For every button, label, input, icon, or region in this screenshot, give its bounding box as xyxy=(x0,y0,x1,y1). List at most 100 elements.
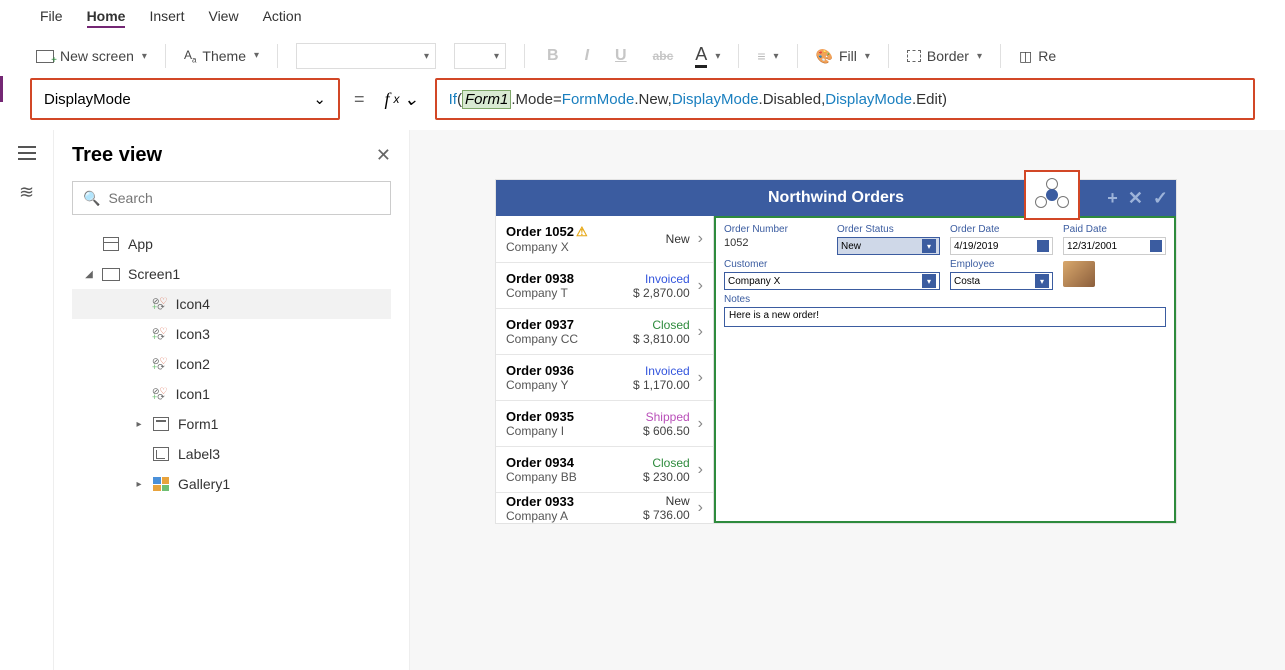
tree-title: Tree view xyxy=(72,144,162,167)
accept-icon[interactable]: ✓ xyxy=(1153,188,1168,209)
screen-icon: + xyxy=(36,48,54,64)
paint-icon: 🎨 xyxy=(816,48,833,65)
tree-icon2[interactable]: ⊘♡+⟳ Icon2 xyxy=(72,349,391,379)
tree-form1[interactable]: ▸ Form1 xyxy=(72,409,391,439)
chevron-down-icon: ▾ xyxy=(142,51,147,62)
order-item[interactable]: Order 0936Company YInvoiced$ 1,170.00› xyxy=(496,355,713,401)
align-button[interactable]: ≡▾ xyxy=(757,48,778,64)
tree-screen-label: Screen1 xyxy=(128,266,180,282)
search-icon: 🔍 xyxy=(83,190,100,207)
app-title: Northwind Orders xyxy=(768,189,904,207)
input-notes[interactable]: Here is a new order! xyxy=(724,307,1166,327)
menu-insert[interactable]: Insert xyxy=(149,6,184,28)
add-icon[interactable]: + xyxy=(1107,188,1118,209)
align-icon: ≡ xyxy=(757,48,765,64)
order-gallery[interactable]: Order 1052⚠Company XNew›Order 0938Compan… xyxy=(496,216,714,523)
theme-label: Theme xyxy=(202,48,246,64)
app-preview: Northwind Orders + ✕ ✓ Order 1052⚠Compan… xyxy=(496,180,1176,523)
label-orderdate: Order Date xyxy=(950,224,1053,235)
tree-icon1[interactable]: ⊘♡+⟳Icon1 xyxy=(72,379,391,409)
order-form: Order Number 1052 Order Status New▾ Order … xyxy=(714,216,1176,523)
control-icon: ⊘♡+⟳ xyxy=(152,358,168,371)
bold-button[interactable]: B xyxy=(543,47,563,65)
fill-button[interactable]: 🎨 Fill ▾ xyxy=(816,48,870,65)
tree-item-label: Icon2 xyxy=(176,356,210,372)
chevron-right-icon: › xyxy=(690,499,703,517)
label-paiddate: Paid Date xyxy=(1063,224,1166,235)
dropdown-employee[interactable]: Costa▾ xyxy=(950,272,1053,290)
fill-label: Fill xyxy=(839,48,857,64)
chevron-down-icon: ▾ xyxy=(254,50,259,61)
label-customer: Customer xyxy=(724,259,940,270)
datepicker-orderdate[interactable]: 4/19/2019 xyxy=(950,237,1053,255)
chevron-right-icon: › xyxy=(690,461,703,479)
tree-icon4[interactable]: ⊘♡+⟳Icon4 xyxy=(72,289,391,319)
formula-input[interactable]: If( Form1.Mode = FormMode.New, DisplayMo… xyxy=(435,78,1255,120)
fontcolor-button[interactable]: A▾ xyxy=(695,44,720,68)
order-item[interactable]: Order 0938Company TInvoiced$ 2,870.00› xyxy=(496,263,713,309)
underline-button[interactable]: U xyxy=(611,47,631,65)
datepicker-paiddate[interactable]: 12/31/2001 xyxy=(1063,237,1166,255)
fx-label[interactable]: fx⌄ xyxy=(379,89,425,110)
dropdown-customer[interactable]: Company X▾ xyxy=(724,272,940,290)
label-notes: Notes xyxy=(724,294,1166,305)
cancel-icon[interactable]: ✕ xyxy=(1128,188,1143,209)
tree-item-label: Icon3 xyxy=(176,326,210,342)
fontsize-select[interactable]: ▾ xyxy=(454,43,506,69)
formula-bar: DisplayMode ⌄ = fx⌄ If( Form1.Mode = For… xyxy=(0,78,1285,130)
tree-icon3[interactable]: ⊘♡+⟳ Icon3 xyxy=(72,319,391,349)
new-screen-label: New screen xyxy=(60,48,134,64)
dropdown-status[interactable]: New▾ xyxy=(837,237,940,255)
tree-form-label: Form1 xyxy=(178,416,218,432)
chevron-right-icon: › xyxy=(690,323,703,341)
italic-button[interactable]: I xyxy=(581,47,593,65)
font-select[interactable]: ▾ xyxy=(296,43,436,69)
theme-button[interactable]: Aa Theme ▾ xyxy=(184,48,259,64)
canvas: Northwind Orders + ✕ ✓ Order 1052⚠Compan… xyxy=(410,130,1285,670)
chevron-right-icon: › xyxy=(690,277,703,295)
menu-action[interactable]: Action xyxy=(263,6,302,28)
theme-icon: Aa xyxy=(184,48,196,64)
tree-label3[interactable]: Label3 xyxy=(72,439,391,469)
value-ordernum: 1052 xyxy=(724,237,827,249)
tree-panel: Tree view ✕ 🔍 App ◢ Screen1 ⊘♡+⟳Icon4⊘♡+… xyxy=(54,130,410,670)
tree-gallery-label: Gallery1 xyxy=(178,476,230,492)
border-icon xyxy=(907,50,921,62)
new-screen-button[interactable]: + New screen ▾ xyxy=(36,48,147,64)
tree-app[interactable]: App xyxy=(72,229,391,259)
selected-control-handle[interactable] xyxy=(1024,170,1080,220)
tree-item-label: Icon4 xyxy=(176,296,210,312)
search-input[interactable] xyxy=(108,190,380,206)
tree-screen1[interactable]: ◢ Screen1 xyxy=(72,259,391,289)
employee-avatar xyxy=(1063,261,1095,287)
order-item[interactable]: Order 1052⚠Company XNew› xyxy=(496,216,713,263)
menu-file[interactable]: File xyxy=(40,6,63,28)
chevron-right-icon: › xyxy=(690,369,703,387)
order-item[interactable]: Order 0937Company CCClosed$ 3,810.00› xyxy=(496,309,713,355)
app-header: Northwind Orders + ✕ ✓ xyxy=(496,180,1176,216)
layers-icon[interactable]: ≋ xyxy=(19,182,34,203)
chevron-down-icon: ⌄ xyxy=(313,90,326,108)
border-label: Border xyxy=(927,48,969,64)
order-item[interactable]: Order 0934Company BBClosed$ 230.00› xyxy=(496,447,713,493)
property-select[interactable]: DisplayMode ⌄ xyxy=(30,78,340,120)
label-status: Order Status xyxy=(837,224,940,235)
menu-home[interactable]: Home xyxy=(87,6,126,28)
border-button[interactable]: Border ▾ xyxy=(907,48,982,64)
tree-search[interactable]: 🔍 xyxy=(72,181,391,215)
chevron-right-icon: › xyxy=(690,230,703,248)
property-name: DisplayMode xyxy=(44,91,131,108)
order-item[interactable]: Order 0935Company IShipped$ 606.50› xyxy=(496,401,713,447)
tree-gallery1[interactable]: ▸ Gallery1 xyxy=(72,469,391,499)
close-icon[interactable]: ✕ xyxy=(376,145,391,166)
order-item[interactable]: Order 0933Company ANew$ 736.00› xyxy=(496,493,713,523)
menu-view[interactable]: View xyxy=(208,6,238,28)
hamburger-icon[interactable] xyxy=(18,146,36,160)
label-ordernum: Order Number xyxy=(724,224,827,235)
control-icon: ⊘♡+⟳ xyxy=(152,328,168,341)
reorder-button[interactable]: ◫ Re xyxy=(1019,48,1056,65)
equals-sign: = xyxy=(350,89,369,110)
tree-label3-label: Label3 xyxy=(178,446,220,462)
strike-button[interactable]: abc xyxy=(649,49,678,63)
toolbar: + New screen ▾ Aa Theme ▾ ▾ ▾ B I U abc … xyxy=(0,34,1285,78)
